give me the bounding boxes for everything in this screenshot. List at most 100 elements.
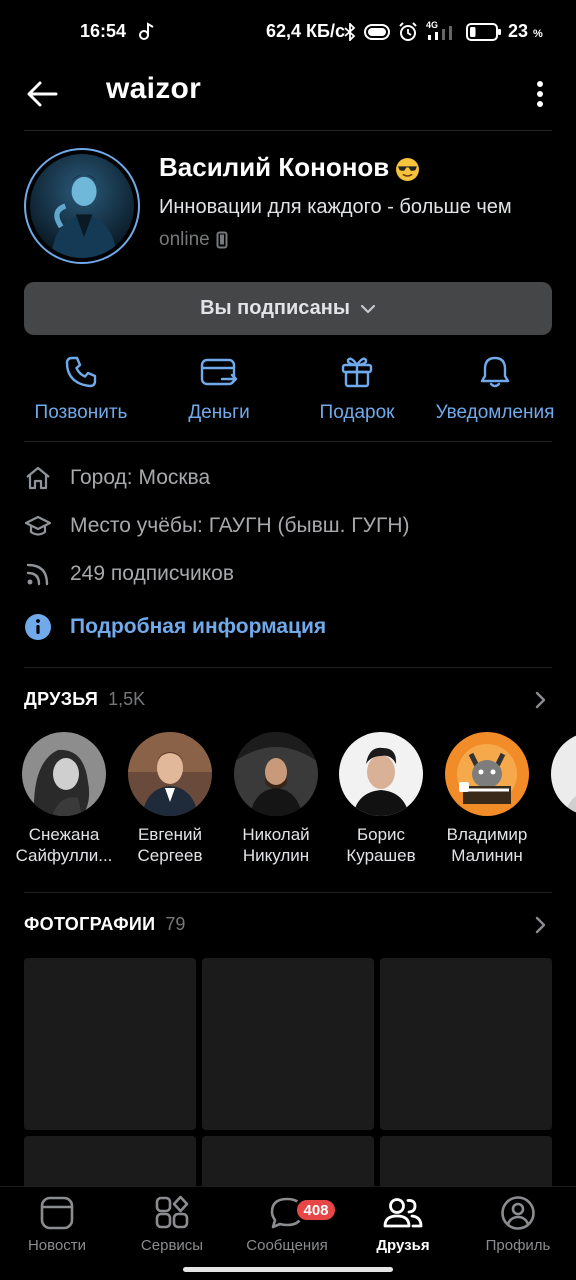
online-text: online [159, 229, 210, 250]
toggle-icon [364, 24, 390, 40]
friend-item[interactable]: Николай Никулин [221, 732, 331, 866]
followers-text: 249 подписчиков [70, 562, 235, 585]
divider [24, 892, 552, 893]
music-note-icon [139, 22, 154, 40]
money-label: Деньги [188, 402, 250, 423]
profile-avatar[interactable] [24, 148, 140, 264]
notifications-action[interactable]: Уведомления [425, 354, 565, 430]
tab-label: Сервисы [140, 1237, 204, 1254]
photo-thumbnail[interactable] [24, 958, 196, 1130]
phone-icon [65, 356, 97, 388]
battery-unit: % [533, 28, 543, 40]
friends-title: ДРУЗЬЯ [24, 689, 99, 709]
friend-item[interactable]: Яц [538, 732, 576, 866]
gift-icon [341, 357, 373, 388]
friend-name: Николай Никулин [242, 824, 309, 866]
status-time: 16:54 [80, 21, 127, 41]
photo-thumbnail[interactable] [202, 958, 374, 1130]
photos-header[interactable]: ФОТОГРАФИИ 79 [24, 914, 185, 940]
profile-status: Инновации для каждого - больше чем [159, 196, 512, 218]
friend-first-name: Владимир [446, 825, 528, 844]
back-button[interactable] [22, 74, 62, 114]
info-followers[interactable]: 249 подписчиков [24, 559, 234, 589]
profile-name-text: Василий Кононов [159, 152, 390, 182]
bottom-tab-bar: Новости Сервисы Сообщения 408 Друзья Про… [0, 1186, 576, 1280]
details-link-text: Подробная информация [70, 615, 327, 638]
avatar-image [30, 154, 134, 258]
friends-icon [383, 1198, 423, 1228]
tab-services[interactable]: Сервисы [117, 1195, 227, 1254]
chevron-right-icon[interactable] [530, 915, 550, 935]
tab-news[interactable]: Новости [2, 1195, 112, 1254]
friend-last-name: Курашев [346, 846, 416, 865]
friend-avatar [234, 732, 318, 816]
education-text: Место учёбы: ГАУГН (бывш. ГУГН) [70, 514, 410, 537]
friend-first-name: Евгений [137, 825, 203, 844]
city-text: Город: Москва [70, 466, 211, 489]
battery-icon [466, 23, 501, 41]
divider [24, 441, 552, 442]
mobile-icon [216, 231, 228, 249]
status-icons: 4G [344, 20, 502, 42]
tab-label: Новости [27, 1237, 87, 1254]
friend-item[interactable]: Евгений Сергеев [115, 732, 225, 866]
profile-name: Василий Кононов [159, 152, 420, 183]
photo-thumbnail[interactable] [380, 958, 552, 1130]
friend-first-name: Николай [242, 825, 310, 844]
friend-item[interactable]: Борис Курашев [326, 732, 436, 866]
money-action[interactable]: Деньги [149, 354, 289, 430]
friend-item[interactable]: Владимир Малинин [432, 732, 542, 866]
friends-header[interactable]: ДРУЗЬЯ 1,5K [24, 689, 145, 715]
chevron-right-icon[interactable] [530, 690, 550, 710]
subscribed-button[interactable]: Вы подписаны [24, 282, 552, 335]
call-label: Позвонить [34, 402, 128, 423]
call-action[interactable]: Позвонить [11, 354, 151, 430]
info-details-link[interactable]: Подробная информация [24, 612, 326, 642]
friend-first-name: Борис [356, 825, 406, 844]
tab-label: Профиль [485, 1237, 551, 1254]
gift-label: Подарок [319, 402, 395, 423]
messages-badge: 408 [294, 1197, 338, 1223]
info-icon [25, 614, 51, 640]
header-title: waizor [106, 72, 202, 105]
tab-friends[interactable]: Друзья [348, 1195, 458, 1254]
subscribed-label: Вы подписаны [200, 297, 350, 319]
services-icon [155, 1195, 189, 1229]
tab-messages[interactable]: Сообщения 408 [232, 1195, 342, 1254]
more-vertical-icon [537, 81, 543, 107]
tab-profile[interactable]: Профиль [463, 1195, 573, 1254]
friend-avatar [22, 732, 106, 816]
friend-avatar [551, 732, 576, 816]
divider [24, 667, 552, 668]
chevron-down-icon [360, 304, 376, 313]
alarm-icon [399, 22, 417, 41]
more-options-button[interactable] [522, 74, 558, 114]
bell-icon [480, 356, 510, 388]
education-icon [24, 515, 52, 536]
arrow-left-icon [27, 81, 58, 107]
friend-avatar [339, 732, 423, 816]
info-education: Место учёбы: ГАУГН (бывш. ГУГН) [24, 511, 410, 541]
friend-item[interactable]: Снежана Сайфулли... [9, 732, 119, 866]
home-icon [26, 466, 50, 490]
friend-last-name: Сергеев [137, 846, 203, 865]
gift-action[interactable]: Подарок [287, 354, 427, 430]
friend-name: Евгений Сергеев [138, 824, 203, 866]
app-header: waizor [0, 64, 576, 131]
bluetooth-icon [344, 23, 356, 41]
tab-label: Сообщения [246, 1237, 328, 1254]
tab-label: Друзья [376, 1237, 430, 1254]
signal-icon [428, 26, 452, 40]
info-city: Город: Москва [24, 463, 210, 493]
battery-percent: 23 % [508, 21, 543, 42]
friend-last-name: Сайфулли... [15, 846, 113, 865]
home-indicator[interactable] [183, 1267, 393, 1272]
friend-name: Снежана Сайфулли... [16, 824, 113, 866]
notifications-label: Уведомления [435, 402, 555, 423]
header-divider [24, 130, 552, 131]
status-bar: 16:54 62,4 КБ/с 4G 23 % [0, 0, 576, 64]
friend-name: Борис Курашев [346, 824, 415, 866]
rss-icon [26, 563, 49, 586]
friends-count: 1,5K [108, 689, 146, 709]
profile-actions: Позвонить Деньги Подарок Уведомления [0, 354, 576, 430]
